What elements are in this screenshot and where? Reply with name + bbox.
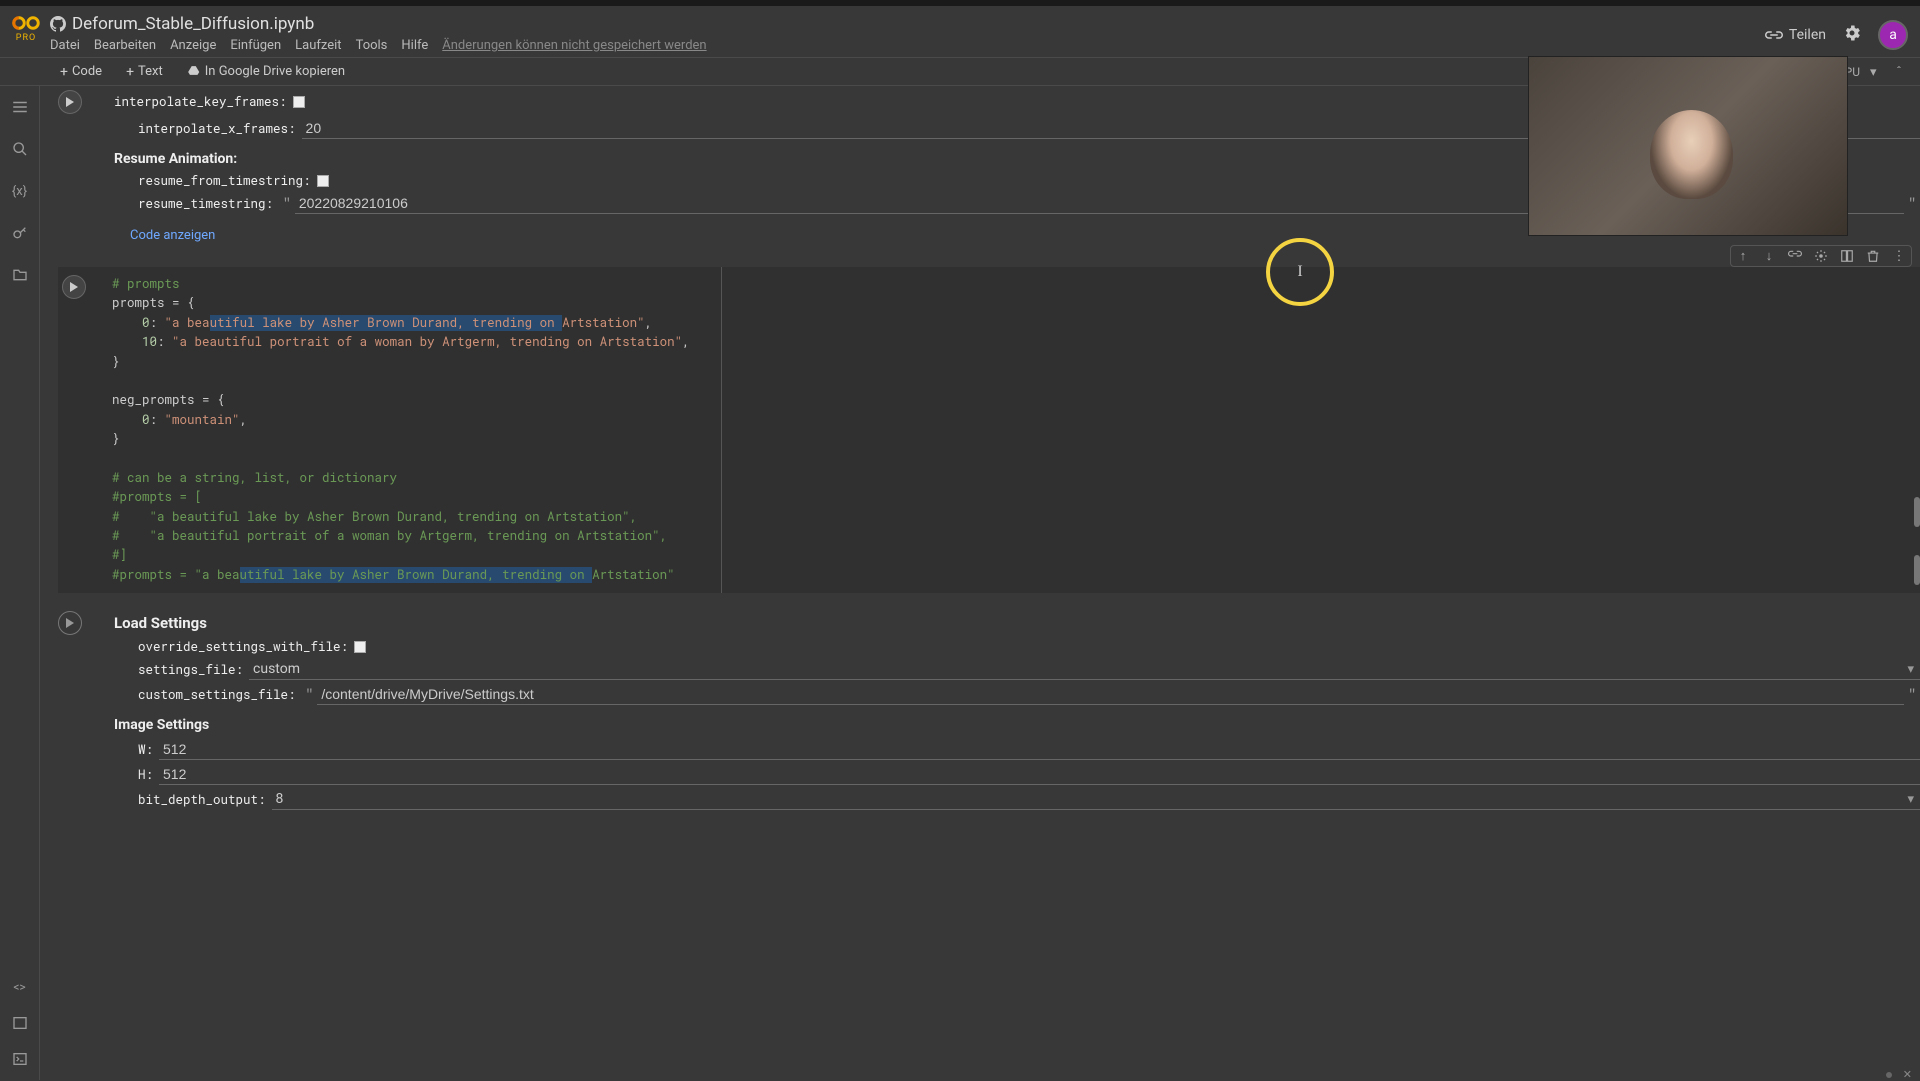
add-code-label: Code (72, 64, 102, 79)
override-settings-label: override_settings_with_file: (138, 639, 348, 655)
files-icon[interactable] (11, 266, 29, 284)
run-load-settings-button[interactable] (58, 611, 82, 635)
link-icon (1765, 28, 1783, 42)
add-text-label: Text (138, 64, 163, 79)
custom-settings-file-input[interactable] (317, 684, 1904, 705)
mirror-cell-icon[interactable] (1839, 248, 1855, 264)
header-bar: PRO Deforum_Stable_Diffusion.ipynb Datei… (0, 6, 1920, 58)
close-icon[interactable]: ✕ (1903, 1068, 1912, 1081)
resume-from-timestring-label: resume_from_timestring: (138, 173, 311, 189)
toc-icon[interactable] (11, 98, 29, 116)
menu-tools[interactable]: Tools (356, 38, 388, 53)
menu-einfuegen[interactable]: Einfügen (230, 38, 281, 53)
save-warning[interactable]: Änderungen können nicht gespeichert werd… (442, 38, 706, 53)
w-input[interactable] (159, 739, 1920, 760)
settings-file-label: settings_file: (138, 662, 243, 678)
add-code-button[interactable]: +Code (52, 62, 110, 82)
sidebar: {x} <> (0, 86, 40, 1080)
bit-depth-label: bit_depth_output: (138, 792, 266, 808)
chevron-down-icon: ▾ (1901, 792, 1920, 807)
code-cell: ↑ ↓ ⋮ # prompts prompts = { 0: "a beauti… (58, 267, 1920, 593)
add-text-button[interactable]: +Text (118, 62, 171, 82)
menu-laufzeit[interactable]: Laufzeit (295, 38, 341, 53)
resume-from-timestring-checkbox[interactable] (317, 175, 329, 187)
menu-anzeige[interactable]: Anzeige (170, 38, 216, 53)
code-editor[interactable]: # prompts prompts = { 0: "a beautiful la… (102, 267, 722, 593)
command-palette-icon[interactable] (11, 1014, 29, 1032)
status-dot (1886, 1072, 1892, 1078)
menu-bearbeiten[interactable]: Bearbeiten (94, 38, 156, 53)
show-code-link[interactable]: Code anzeigen (130, 228, 215, 243)
cell-link-icon[interactable] (1787, 248, 1803, 264)
share-label: Teilen (1789, 27, 1826, 43)
collapse-header[interactable]: ˆ (1896, 65, 1912, 80)
webcam-overlay (1528, 56, 1848, 236)
settings-button[interactable] (1842, 23, 1862, 47)
delete-cell-icon[interactable] (1865, 248, 1881, 264)
load-settings-header: Load Settings (114, 614, 207, 632)
runtime-dropdown[interactable]: ▾ (1870, 65, 1886, 80)
custom-settings-file-label: custom_settings_file: (138, 687, 296, 703)
bit-depth-dropdown[interactable]: 8 ▾ (272, 789, 1920, 810)
share-button[interactable]: Teilen (1765, 27, 1826, 43)
h-label: H: (138, 767, 153, 783)
github-icon (50, 16, 66, 32)
gear-icon (1842, 23, 1862, 43)
run-cell-button[interactable] (58, 90, 82, 114)
copy-to-drive-label: In Google Drive kopieren (205, 64, 345, 79)
footer-bar: ✕ (40, 1070, 1920, 1080)
cell-more-icon[interactable]: ⋮ (1891, 248, 1907, 264)
quote-close: " (1904, 196, 1920, 211)
secrets-icon[interactable] (11, 224, 29, 242)
pro-badge: PRO (16, 33, 36, 43)
drive-icon (187, 65, 201, 79)
run-code-cell-button[interactable] (62, 275, 86, 299)
move-up-icon[interactable]: ↑ (1735, 248, 1751, 264)
settings-file-value: custom (249, 659, 1901, 679)
image-settings-header: Image Settings (114, 717, 1920, 733)
move-down-icon[interactable]: ↓ (1761, 248, 1777, 264)
quote-close: " (1904, 687, 1920, 702)
interpolate-key-frames-checkbox[interactable] (293, 96, 305, 108)
interpolate-key-frames-label: interpolate_key_frames: (114, 94, 287, 110)
copy-to-drive-button[interactable]: In Google Drive kopieren (179, 62, 353, 81)
menu-hilfe[interactable]: Hilfe (401, 38, 428, 53)
menu-datei[interactable]: Datei (50, 38, 80, 53)
h-input[interactable] (159, 764, 1920, 785)
notebook-title[interactable]: Deforum_Stable_Diffusion.ipynb (72, 14, 314, 34)
quote-open: " (279, 196, 295, 211)
terminal-icon[interactable] (11, 1050, 29, 1068)
menu-bar: Datei Bearbeiten Anzeige Einfügen Laufze… (50, 38, 1765, 53)
chevron-down-icon: ▾ (1901, 662, 1920, 677)
colab-logo[interactable]: PRO (12, 14, 40, 43)
resume-timestring-label: resume_timestring: (138, 196, 273, 212)
interpolate-x-frames-label: interpolate_x_frames: (138, 121, 296, 137)
scrollbar-thumb[interactable] (1914, 497, 1920, 527)
settings-file-dropdown[interactable]: custom ▾ (249, 659, 1920, 680)
bit-depth-value: 8 (272, 789, 1902, 809)
w-label: W: (138, 742, 153, 758)
search-icon[interactable] (11, 140, 29, 158)
quote-open: " (302, 687, 318, 702)
variables-icon[interactable]: {x} (11, 182, 29, 200)
cell-settings-icon[interactable] (1813, 248, 1829, 264)
cell-toolbar: ↑ ↓ ⋮ (1730, 245, 1912, 267)
scrollbar-thumb[interactable] (1914, 555, 1920, 585)
code-snippets-icon[interactable]: <> (11, 978, 29, 996)
override-settings-checkbox[interactable] (354, 641, 366, 653)
avatar[interactable]: a (1878, 20, 1908, 50)
